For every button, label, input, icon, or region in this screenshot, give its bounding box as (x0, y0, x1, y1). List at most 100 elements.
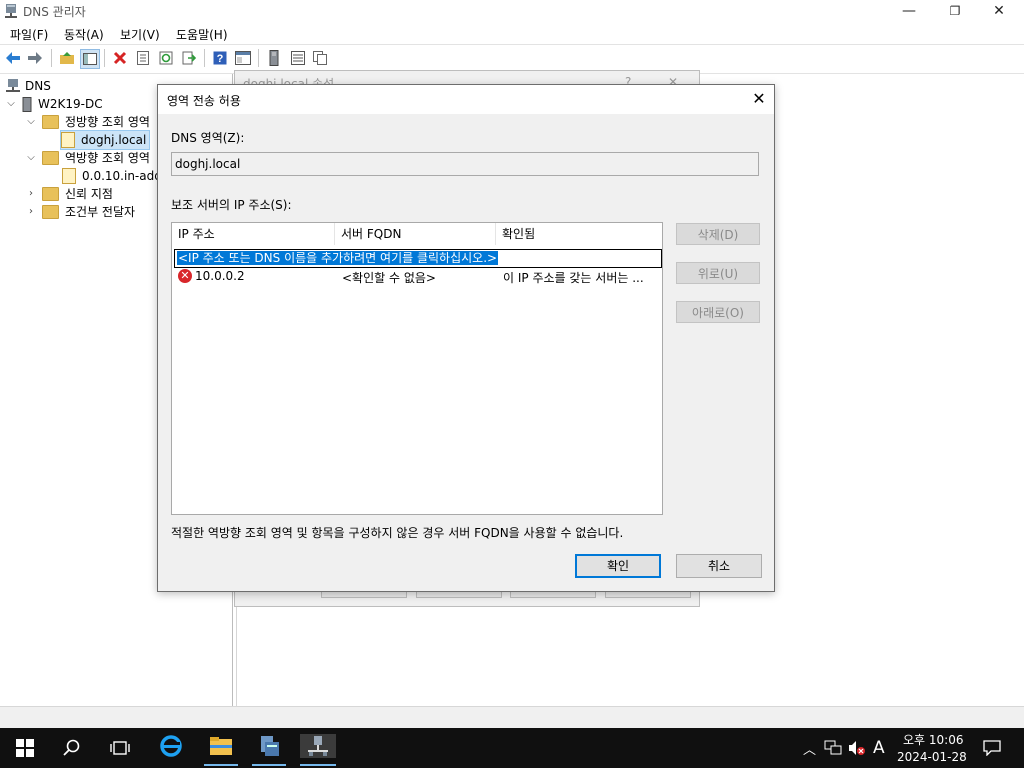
error-icon: ✕ (178, 269, 192, 283)
action-center-button[interactable] (983, 740, 1001, 759)
window-title: DNS 관리자 (23, 5, 86, 19)
chevron-down-icon[interactable]: ⌵ (6, 95, 16, 113)
chevron-down-icon[interactable]: ⌵ (26, 113, 36, 131)
notification-icon (983, 740, 1001, 757)
minimize-button[interactable]: — (886, 0, 932, 22)
server-manager-icon (261, 736, 279, 756)
network-icon[interactable] (824, 740, 842, 759)
tree-item-label: 신뢰 지점 (65, 187, 113, 201)
search-button[interactable] (60, 736, 84, 760)
tree-item-trust-points[interactable]: › 신뢰 지점 (26, 185, 113, 203)
internet-explorer-icon (160, 735, 182, 757)
folder-icon (42, 187, 59, 201)
search-icon (63, 739, 80, 756)
list-icon[interactable] (289, 49, 307, 67)
console-view-icon[interactable] (234, 49, 252, 67)
dialog-title: 영역 전송 허용 (167, 94, 241, 108)
row-fqdn: <확인할 수 없음> (342, 271, 436, 285)
export-list-icon[interactable] (180, 49, 198, 67)
up-button[interactable]: 위로(U) (676, 262, 760, 284)
menu-help[interactable]: 도움말(H) (176, 26, 228, 43)
input-method-indicator[interactable]: A (873, 738, 885, 758)
svg-text:?: ? (217, 53, 224, 65)
down-button[interactable]: 아래로(O) (676, 301, 760, 323)
menu-file[interactable]: 파일(F) (10, 26, 48, 43)
properties-icon[interactable] (134, 49, 152, 67)
task-view-icon (110, 741, 130, 755)
up-folder-icon[interactable] (58, 49, 76, 67)
row-ip[interactable]: 10.0.0.2 (195, 269, 245, 283)
tree-item-forward-zones[interactable]: ⌵ 정방향 조회 영역 (26, 113, 150, 131)
zone-icon (62, 168, 76, 184)
tree-item-label: 조건부 전달자 (65, 205, 136, 219)
back-arrow-icon[interactable] (4, 49, 22, 67)
tree-item-dns[interactable]: DNS (6, 77, 51, 95)
dns-zone-field: doghj.local (171, 152, 759, 176)
forward-arrow-icon[interactable] (26, 49, 44, 67)
dns-icon (6, 79, 20, 92)
dialog-close-button[interactable]: ✕ (746, 87, 772, 111)
dns-manager-taskbar-button[interactable] (300, 734, 336, 766)
file-explorer-icon (210, 737, 232, 755)
tree-item-forward-zone-doghj[interactable]: doghj.local (60, 130, 151, 150)
cancel-button[interactable]: 취소 (676, 554, 762, 578)
ok-button[interactable]: 확인 (575, 554, 661, 578)
restore-button[interactable]: ❐ (932, 0, 978, 22)
task-view-button[interactable] (108, 736, 132, 760)
volume-muted-icon[interactable] (848, 740, 866, 759)
dns-manager-icon (308, 736, 328, 756)
secondary-servers-label: 보조 서버의 IP 주소(S): (171, 198, 292, 212)
tree-item-label: 0.0.10.in-addr (82, 169, 167, 183)
clock-date[interactable]: 2024-01-28 (897, 750, 967, 764)
tree-item-label: 정방향 조회 영역 (65, 115, 150, 129)
add-ip-prompt[interactable]: <IP 주소 또는 DNS 이름을 추가하려면 여기를 클릭하십시오.> (177, 251, 499, 265)
delete-button[interactable]: 삭제(D) (676, 223, 760, 245)
menu-action[interactable]: 동작(A) (64, 26, 104, 43)
folder-icon (42, 151, 59, 165)
toolbar-separator (104, 49, 105, 67)
folder-icon (42, 115, 59, 129)
fqdn-note: 적절한 역방향 조회 영역 및 항목을 구성하지 않은 경우 서버 FQDN을 … (171, 526, 624, 540)
refresh-icon[interactable] (157, 49, 175, 67)
tree-item-reverse-zone[interactable]: 0.0.10.in-addr (62, 167, 167, 185)
window-titlebar (0, 0, 1024, 22)
copy-icon[interactable] (311, 49, 329, 67)
delete-icon[interactable] (111, 49, 129, 67)
server-icon (22, 96, 32, 112)
start-button[interactable] (14, 736, 36, 760)
taskbar (0, 728, 1024, 768)
ip-address-list[interactable]: IP 주소 서버 FQDN 확인됨 <IP 주소 또는 DNS 이름을 추가하려… (171, 222, 663, 515)
add-ip-entry-row[interactable]: <IP 주소 또는 DNS 이름을 추가하려면 여기를 클릭하십시오.> (174, 249, 662, 268)
dns-zone-label: DNS 영역(Z): (171, 131, 245, 145)
tree-item-label: 역방향 조회 영역 (65, 151, 150, 165)
tree-item-label: DNS (25, 79, 51, 93)
tree-item-server[interactable]: ⌵ W2K19-DC (6, 95, 103, 113)
column-header-fqdn[interactable]: 서버 FQDN (335, 223, 496, 245)
chevron-right-icon[interactable]: › (26, 185, 36, 203)
toolbar-separator (204, 49, 205, 67)
tree-item-conditional-forwarders[interactable]: › 조건부 전달자 (26, 203, 135, 221)
show-hide-tree-icon[interactable] (80, 49, 100, 69)
column-header-ip[interactable]: IP 주소 (172, 223, 335, 245)
chevron-down-icon[interactable]: ⌵ (26, 149, 36, 167)
allow-zone-transfer-dialog: 영역 전송 허용 ✕ DNS 영역(Z): doghj.local 보조 서버의… (157, 84, 775, 592)
help-icon[interactable]: ? (211, 49, 229, 67)
column-header-validated[interactable]: 확인됨 (496, 223, 660, 245)
internet-explorer-button[interactable] (158, 734, 184, 758)
show-hidden-icons-button[interactable]: ︿ (803, 739, 816, 758)
tree-item-label: doghj.local (81, 133, 147, 147)
folder-icon (42, 205, 59, 219)
server-manager-button[interactable] (252, 734, 286, 766)
file-explorer-button[interactable] (204, 734, 238, 766)
zone-icon (61, 132, 75, 148)
tree-item-reverse-zones[interactable]: ⌵ 역방향 조회 영역 (26, 149, 150, 167)
server-icon[interactable] (265, 49, 283, 67)
clock-time[interactable]: 오후 10:06 (903, 731, 963, 748)
menu-view[interactable]: 보기(V) (120, 26, 160, 43)
chevron-right-icon[interactable]: › (26, 203, 36, 221)
close-window-button[interactable]: ✕ (976, 0, 1022, 22)
dns-manager-icon (5, 4, 17, 18)
dialog-titlebar (158, 85, 774, 114)
toolbar-separator (51, 49, 52, 67)
toolbar-separator (258, 49, 259, 67)
